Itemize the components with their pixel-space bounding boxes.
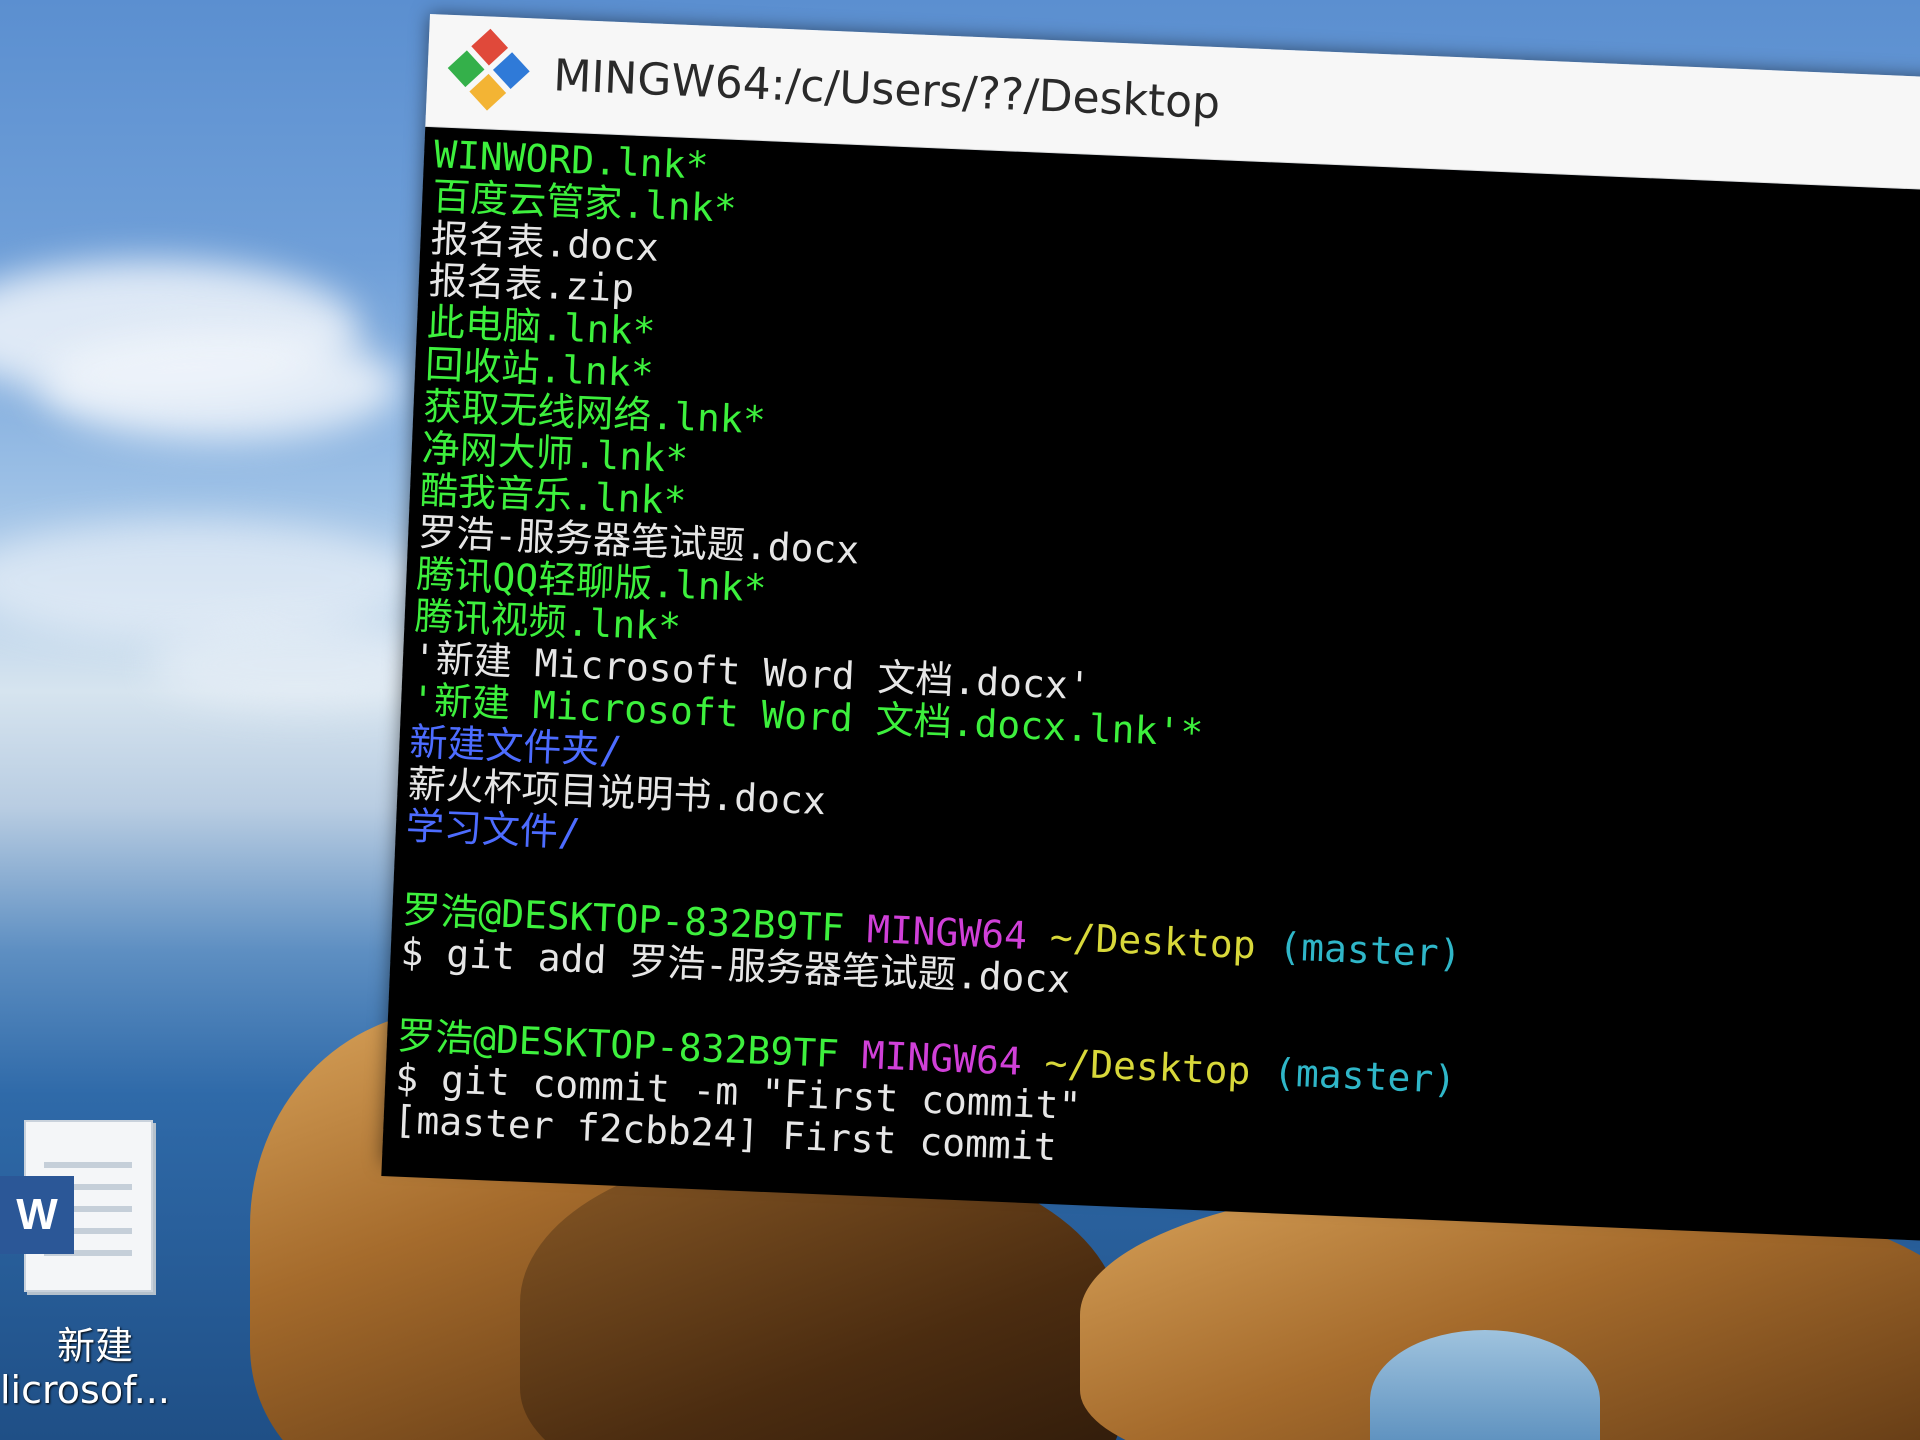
desktop-background: W 新建 licrosof... MINGW64:/c/Users/??/Des…: [0, 0, 1920, 1440]
terminal-console[interactable]: WINWORD.lnk* 百度云管家.lnk* 报名表.docx 报名表.zip 此电脑…: [381, 126, 1920, 1241]
prompt-path: ~/Desktop: [1048, 914, 1257, 968]
window-title: MINGW64:/c/Users/??/Desktop: [552, 49, 1222, 129]
word-logo-icon: W: [0, 1176, 74, 1254]
prompt-branch: (master): [1277, 924, 1463, 976]
prompt-history: 罗浩@DESKTOP-832B9TF MINGW64 ~/Desktop (ma…: [393, 847, 1920, 1205]
desktop-icon-label-truncated: licrosof...: [0, 1368, 170, 1412]
cloud-decoration: [40, 330, 400, 440]
desktop-icon-word-document[interactable]: W 新建 licrosof...: [0, 1120, 180, 1420]
desktop-icon-label: 新建: [56, 1324, 133, 1368]
git-bash-icon: [445, 28, 533, 117]
terminal-window[interactable]: MINGW64:/c/Users/??/Desktop WINWORD.lnk*…: [381, 14, 1920, 1241]
directory-listing: WINWORD.lnk* 百度云管家.lnk* 报名表.docx 报名表.zip 此电脑…: [405, 132, 1920, 910]
prompt-branch: (master): [1272, 1050, 1458, 1102]
cloud-decoration: [0, 520, 420, 640]
